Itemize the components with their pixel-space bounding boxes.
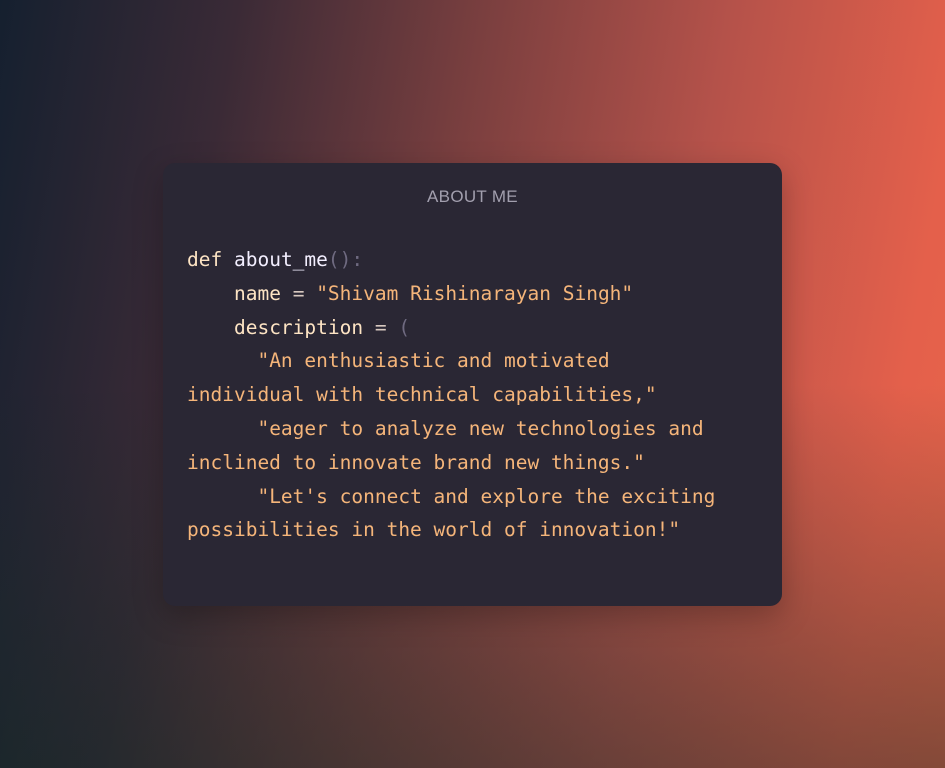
function-colon: : — [351, 248, 364, 271]
assign-operator: = — [374, 315, 387, 339]
description-string-1a: "An enthusiastic and motivated — [257, 349, 610, 373]
description-variable: description — [233, 315, 364, 339]
name-variable: name — [233, 281, 281, 305]
code-line-description: description = ( — [187, 311, 762, 345]
description-string-2b: inclined to innovate brand new things." — [187, 450, 645, 474]
code-line-name: name = "Shivam Rishinarayan Singh" — [187, 277, 762, 311]
description-string-3b: possibilities in the world of innovation… — [187, 518, 681, 542]
code-line-desc-1b: individual with technical capabilities," — [187, 378, 762, 412]
code-line-desc-2b: inclined to innovate brand new things." — [187, 446, 762, 480]
code-line-desc-3b: possibilities in the world of innovation… — [187, 513, 762, 547]
name-string: "Shivam Rishinarayan Singh" — [316, 281, 634, 305]
code-block: def about_me(): name = "Shivam Rishinara… — [187, 243, 762, 547]
description-string-2a: "eager to analyze new technologies and — [257, 416, 704, 440]
assign-operator: = — [292, 281, 305, 305]
code-line-desc-2a: "eager to analyze new technologies and — [187, 412, 762, 446]
code-line-def: def about_me(): — [187, 243, 762, 277]
card-title: ABOUT ME — [427, 187, 518, 206]
code-line-desc-1a: "An enthusiastic and motivated — [187, 344, 762, 378]
code-line-desc-3a: "Let's connect and explore the exciting — [187, 480, 762, 514]
description-string-3a: "Let's connect and explore the exciting — [257, 484, 716, 508]
function-name: about_me — [233, 248, 328, 271]
open-paren: ( — [398, 315, 411, 339]
function-parens: () — [327, 248, 352, 271]
about-me-card: ABOUT ME def about_me(): name = "Shivam … — [163, 163, 782, 606]
description-string-1b: individual with technical capabilities," — [187, 383, 657, 407]
keyword-def: def — [187, 248, 223, 271]
